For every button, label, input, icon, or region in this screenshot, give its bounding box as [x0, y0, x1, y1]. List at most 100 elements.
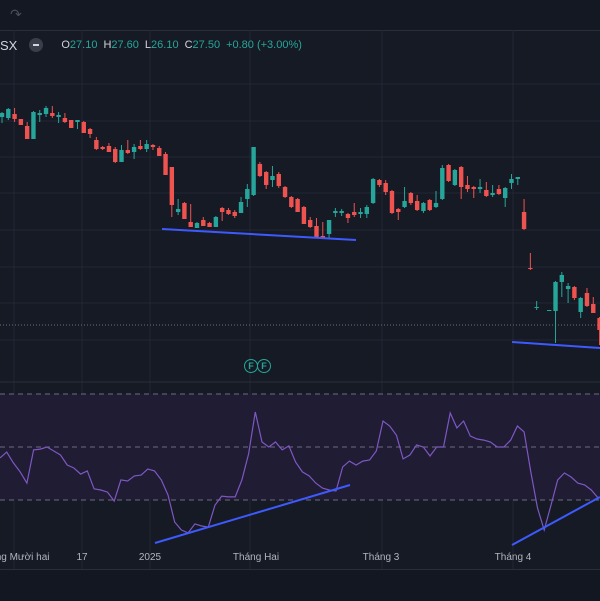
event-marker-f[interactable]: F	[244, 359, 258, 373]
candle-body	[559, 275, 565, 282]
candle-body	[263, 172, 269, 185]
candle-body	[232, 212, 237, 216]
candle-body	[94, 140, 99, 149]
candle-down	[282, 186, 288, 198]
candle-down	[125, 140, 130, 154]
candle-body	[572, 287, 577, 298]
candle-body	[119, 150, 124, 162]
candle-body	[553, 282, 558, 311]
time-label: Tháng Hai	[232, 552, 280, 563]
candle-body	[370, 179, 376, 203]
candle-body	[43, 108, 49, 114]
candle-body	[333, 211, 338, 213]
candle-down	[188, 204, 193, 227]
candle-body	[383, 183, 388, 192]
candle-body	[194, 223, 200, 228]
candle-down	[308, 217, 313, 228]
candle-up	[245, 184, 250, 207]
candle-up	[515, 177, 520, 185]
candle-up	[402, 187, 407, 208]
candle-down	[301, 206, 307, 224]
candle-body	[75, 120, 80, 122]
candle-down	[182, 202, 187, 219]
close-value: 27.50	[192, 39, 221, 51]
collapse-icon[interactable]	[29, 38, 44, 52]
candle-up	[490, 185, 495, 197]
candle-up	[358, 208, 363, 218]
candle-down	[18, 119, 24, 125]
candle-body	[389, 191, 395, 213]
open-value: 27.10	[69, 39, 98, 51]
candle-body	[144, 144, 149, 149]
candle-down	[572, 286, 577, 300]
candle-body	[452, 170, 458, 185]
candle-down	[352, 203, 357, 217]
candle-down	[169, 167, 175, 217]
candle-up	[251, 147, 256, 196]
candle-up	[213, 216, 219, 227]
candle-up	[194, 222, 200, 228]
candle-down	[521, 199, 527, 230]
candle-body	[282, 187, 288, 197]
candle-down	[50, 106, 55, 118]
candle-down	[163, 152, 168, 175]
candle-up	[326, 220, 332, 238]
candle-up	[333, 208, 338, 217]
candle-body	[125, 150, 130, 153]
candle-down	[396, 208, 401, 220]
candle-body	[565, 286, 571, 289]
candle-up	[547, 310, 552, 311]
candle-down	[584, 288, 590, 307]
event-marker-f[interactable]: F	[257, 359, 271, 373]
candle-up	[37, 110, 42, 122]
candle-body	[113, 149, 118, 162]
candle-down	[113, 147, 118, 163]
candle-body	[6, 109, 11, 118]
candle-down	[289, 196, 294, 208]
candle-body	[24, 126, 30, 139]
price-chart[interactable]	[0, 0, 600, 600]
candle-down	[68, 120, 74, 128]
candle-body	[402, 201, 407, 207]
candle-body	[484, 190, 489, 196]
candle-body	[427, 200, 432, 210]
candle-down	[276, 172, 281, 188]
candle-body	[326, 220, 332, 234]
candle-body	[396, 209, 401, 212]
candle-down	[157, 146, 162, 156]
candle-down	[471, 186, 476, 198]
candle-up	[238, 197, 244, 213]
candle-body	[50, 113, 55, 116]
high-label: H	[103, 39, 112, 51]
close-label: C	[184, 39, 193, 51]
candle-body	[515, 177, 520, 179]
candle-up	[175, 199, 181, 215]
candle-body	[339, 211, 344, 213]
time-axis[interactable]	[0, 569, 600, 601]
candle-body	[226, 210, 231, 214]
candle-body	[182, 203, 187, 219]
symbol-label[interactable]: SX	[0, 38, 17, 53]
candle-body	[358, 212, 363, 214]
candle-body	[465, 185, 470, 189]
candle-down	[414, 195, 420, 211]
candle-up	[452, 169, 458, 186]
candle-down	[263, 171, 269, 189]
candles	[0, 106, 600, 345]
time-label: Tháng 3	[362, 552, 400, 563]
candle-down	[465, 176, 470, 192]
candle-down	[377, 179, 382, 187]
candle-down	[408, 192, 414, 205]
candle-body	[440, 168, 445, 199]
candle-down	[345, 213, 351, 223]
candle-up	[578, 297, 583, 318]
candle-body	[308, 220, 313, 227]
candle-down	[314, 218, 319, 238]
candle-down	[484, 182, 489, 197]
candle-body	[345, 214, 351, 218]
candle-body	[528, 268, 533, 269]
candle-down	[201, 217, 206, 226]
candle-body	[169, 167, 175, 205]
candle-up	[421, 202, 426, 213]
candle-body	[477, 187, 483, 189]
